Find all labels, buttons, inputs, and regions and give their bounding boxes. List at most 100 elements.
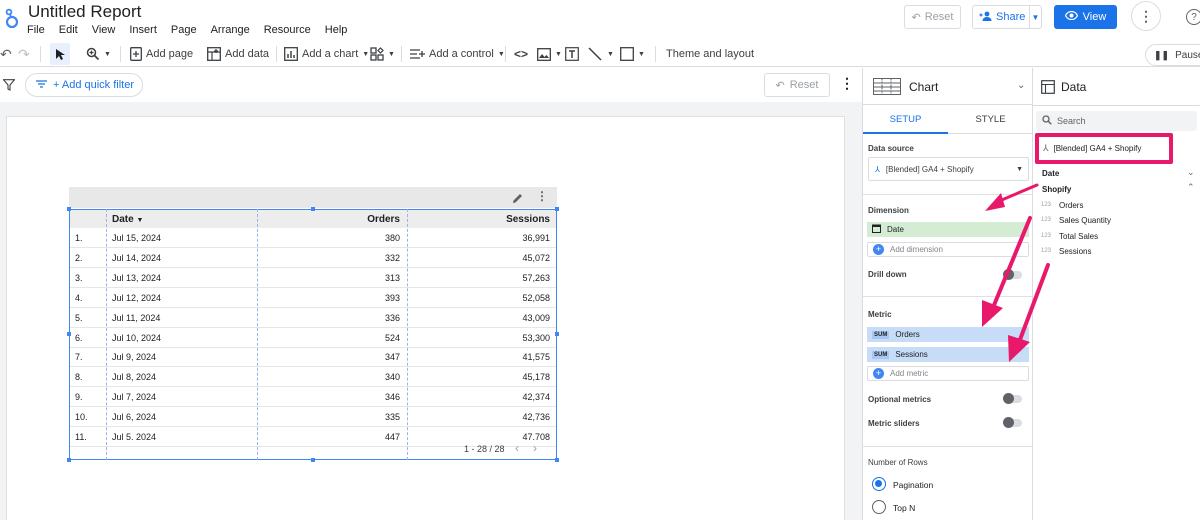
column-divider [257, 209, 258, 460]
canvas-more-options-icon[interactable]: ⋮ [840, 75, 854, 92]
menu-view[interactable]: View [92, 24, 116, 36]
sort-desc-icon[interactable]: ▼ [136, 217, 143, 224]
field-item[interactable]: Orders [1059, 201, 1083, 210]
add-person-icon [979, 11, 992, 24]
resize-handle[interactable] [311, 207, 315, 211]
pause-updates-button[interactable]: ❚❚ Pause u [1145, 44, 1200, 66]
optional-metrics-toggle[interactable] [1003, 393, 1022, 404]
resize-handle[interactable] [67, 332, 71, 336]
field-item[interactable]: Total Sales [1059, 232, 1098, 241]
numeric-type-icon: 123 [1041, 233, 1052, 239]
field-item[interactable]: Sessions [1059, 247, 1091, 256]
column-header-date[interactable]: Date ▼ [112, 214, 143, 225]
data-source-selector[interactable]: ⅄ [Blended] GA4 + Shopify ▼ [868, 157, 1029, 181]
optional-metrics-label: Optional metrics [868, 395, 932, 404]
image-icon[interactable]: ▼ [537, 45, 562, 63]
table-row[interactable]: 4. Jul 12, 2024 393 52,058 [70, 288, 556, 308]
line-icon[interactable]: ▼ [588, 45, 614, 63]
top-n-radio[interactable] [872, 500, 886, 514]
row-index-cell: 2. [75, 252, 83, 263]
table-row[interactable]: 10. Jul 6, 2024 335 42,736 [70, 407, 556, 428]
embed-code-icon[interactable]: <> [514, 45, 528, 63]
text-box-icon[interactable] [565, 45, 579, 63]
metric-aggregation[interactable]: SUM [872, 330, 890, 339]
resize-handle[interactable] [67, 207, 71, 211]
menu-resource[interactable]: Resource [264, 24, 311, 36]
field-group-shopify[interactable]: Shopify [1042, 185, 1071, 194]
help-icon[interactable]: ? [1186, 9, 1200, 25]
menu-edit[interactable]: Edit [59, 24, 78, 36]
metric-sliders-label: Metric sliders [868, 419, 920, 428]
chevron-down-icon: ▼ [497, 50, 505, 58]
theme-and-layout-button[interactable]: Theme and layout [666, 45, 754, 63]
blend-icon: ⅄ [1043, 143, 1049, 153]
pagination-radio[interactable] [872, 477, 886, 491]
menu-file[interactable]: File [27, 24, 45, 36]
report-title[interactable]: Untitled Report [28, 2, 141, 22]
reset-filters-button[interactable]: ↶ Reset [764, 73, 830, 97]
table-row[interactable]: 1. Jul 15, 2024 380 36,991 [70, 228, 556, 248]
chevron-down-icon[interactable]: ⌄ [1017, 80, 1025, 91]
drill-down-toggle[interactable] [1003, 269, 1022, 280]
zoom-menu[interactable]: ▼ [86, 45, 111, 63]
field-group-date[interactable]: Date [1042, 169, 1059, 178]
field-item[interactable]: Sales Quantity [1059, 216, 1111, 225]
reset-button[interactable]: ↶ Reset [904, 5, 961, 29]
add-dimension-button[interactable]: + Add dimension [867, 242, 1029, 257]
resize-handle[interactable] [67, 458, 71, 462]
menu-arrange[interactable]: Arrange [211, 24, 250, 36]
metric-aggregation[interactable]: SUM [872, 350, 890, 359]
chevron-down-icon[interactable]: ⌄ [1187, 167, 1195, 178]
table-row[interactable]: 9. Jul 7, 2024 346 42,374 [70, 387, 556, 408]
column-header-orders[interactable]: Orders [367, 214, 400, 225]
redo-icon[interactable]: ↷ [18, 45, 30, 63]
resize-handle[interactable] [311, 458, 315, 462]
add-metric-button[interactable]: + Add metric [867, 366, 1029, 381]
menu-page[interactable]: Page [171, 24, 197, 36]
shape-icon[interactable]: ▼ [620, 45, 645, 63]
dimension-chip-date[interactable]: Date [867, 222, 1029, 237]
add-data-button[interactable]: Add data [207, 45, 269, 63]
undo-icon[interactable]: ↶ [0, 45, 12, 63]
resize-handle[interactable] [555, 332, 559, 336]
metric-chip-orders[interactable]: SUM Orders [867, 327, 1029, 342]
looker-studio-logo-icon[interactable] [4, 7, 20, 29]
community-visualizations-button[interactable]: ▼ [370, 45, 395, 63]
chevron-down-icon: ▼ [607, 50, 614, 58]
metric-chip-sessions[interactable]: SUM Sessions [867, 347, 1029, 362]
chart-more-options-icon[interactable]: ⋮ [536, 189, 548, 203]
column-header-sessions[interactable]: Sessions [506, 214, 550, 225]
filter-icon[interactable] [2, 78, 16, 96]
menu-insert[interactable]: Insert [129, 24, 157, 36]
add-control-button[interactable]: Add a control ▼ [410, 45, 505, 63]
metric-sliders-toggle[interactable] [1003, 417, 1022, 428]
table-row[interactable]: 2. Jul 14, 2024 332 45,072 [70, 248, 556, 268]
data-source-item[interactable]: ⅄ [Blended] GA4 + Shopify [1035, 133, 1173, 164]
table-row[interactable]: 8. Jul 8, 2024 340 45,178 [70, 367, 556, 388]
table-row[interactable]: 5. Jul 11, 2024 336 43,009 [70, 308, 556, 328]
add-chart-button[interactable]: Add a chart ▼ [284, 45, 369, 63]
table-chart-icon[interactable] [873, 78, 901, 100]
sessions-cell: 45,072 [522, 252, 550, 263]
chevron-up-icon[interactable]: ⌃ [1187, 182, 1195, 193]
tab-style[interactable]: STYLE [948, 114, 1033, 125]
edit-pencil-icon[interactable] [512, 191, 523, 209]
add-control-label: Add a control [429, 48, 494, 60]
table-row[interactable]: 7. Jul 9, 2024 347 41,575 [70, 347, 556, 368]
menu-help[interactable]: Help [325, 24, 348, 36]
resize-handle[interactable] [555, 458, 559, 462]
share-button[interactable]: Share ▼ [972, 5, 1042, 29]
table-row[interactable]: 6. Jul 10, 2024 524 53,300 [70, 328, 556, 348]
view-button[interactable]: View [1054, 5, 1117, 29]
next-page-icon[interactable]: › [533, 441, 551, 455]
chevron-down-icon: ▼ [555, 50, 562, 58]
add-page-button[interactable]: Add page [130, 45, 193, 63]
field-search-input[interactable]: Search [1036, 111, 1197, 131]
more-options-icon[interactable]: ⋮ [1131, 1, 1161, 31]
tab-setup[interactable]: SETUP [863, 114, 948, 125]
share-dropdown-icon[interactable]: ▼ [1029, 6, 1041, 28]
add-quick-filter-button[interactable]: + Add quick filter [25, 73, 143, 97]
prev-page-icon[interactable]: ‹ [515, 441, 533, 455]
table-row[interactable]: 3. Jul 13, 2024 313 57,263 [70, 268, 556, 288]
resize-handle[interactable] [555, 207, 559, 211]
